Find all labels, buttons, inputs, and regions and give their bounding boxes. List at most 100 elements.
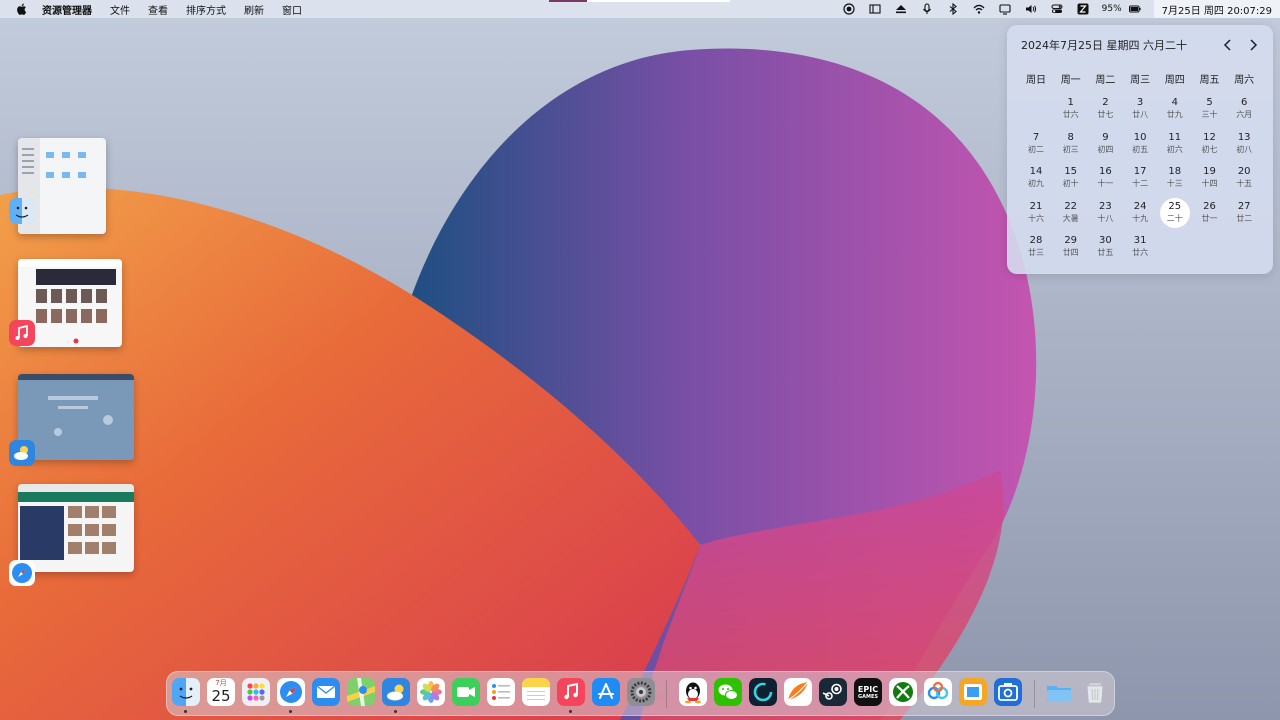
- ring-app-icon[interactable]: [749, 678, 777, 706]
- calendar-lunar-date: 廿八: [1132, 110, 1149, 119]
- sidebar-panel-icon[interactable]: [868, 3, 882, 15]
- safari-icon[interactable]: [277, 678, 305, 706]
- calendar-lunar-date: 廿五: [1097, 248, 1114, 257]
- calendar-day[interactable]: 30 廿五: [1090, 232, 1120, 262]
- window-thumbnail-finder[interactable]: [0, 130, 120, 240]
- microphone-icon[interactable]: [920, 3, 934, 15]
- launchpad-icon[interactable]: [242, 678, 270, 706]
- calendar-day[interactable]: 31 廿六: [1125, 232, 1155, 262]
- menu-bar-clock[interactable]: 7月25日 周四 20:07:29: [1153, 0, 1280, 18]
- calendar-day[interactable]: 12 初七: [1195, 129, 1225, 159]
- calendar-day[interactable]: 19 十四: [1195, 163, 1225, 193]
- calendar-lunar-date: 廿七: [1097, 110, 1114, 119]
- battery-status[interactable]: 95%: [1102, 4, 1122, 14]
- window-thumbnail-weather[interactable]: [0, 370, 140, 470]
- photos-icon[interactable]: [417, 678, 445, 706]
- calendar-day[interactable]: 24 十九: [1125, 198, 1155, 228]
- steam-icon[interactable]: [819, 678, 847, 706]
- calendar-day-number: 27: [1237, 200, 1251, 212]
- calendar-day[interactable]: 13 初八: [1229, 129, 1259, 159]
- battery-icon[interactable]: [1128, 3, 1142, 15]
- maps-icon[interactable]: [347, 678, 375, 706]
- display-icon[interactable]: [998, 3, 1012, 15]
- camera-app-icon[interactable]: [994, 678, 1022, 706]
- weather-icon[interactable]: [382, 678, 410, 706]
- apple-icon[interactable]: [14, 2, 30, 16]
- wechat-icon[interactable]: [714, 678, 742, 706]
- finder-icon[interactable]: [172, 678, 200, 706]
- calendar-day-number: 21: [1029, 200, 1043, 212]
- chevron-right-icon[interactable]: [1246, 37, 1260, 51]
- calendar-day[interactable]: 26 廿一: [1195, 198, 1225, 228]
- record-icon[interactable]: [842, 3, 856, 15]
- calendar-day[interactable]: 22 大暑: [1056, 198, 1086, 228]
- calendar-day[interactable]: 29 廿四: [1056, 232, 1086, 262]
- calendar-day[interactable]: 9 初四: [1090, 129, 1120, 159]
- calendar-day[interactable]: 17 十二: [1125, 163, 1155, 193]
- eject-icon[interactable]: [894, 3, 908, 15]
- window-thumbnail-music[interactable]: [0, 255, 130, 350]
- running-indicator: [289, 710, 292, 713]
- downloads-folder-icon[interactable]: [1045, 678, 1073, 706]
- calendar-day[interactable]: 11 初六: [1160, 129, 1190, 159]
- calendar-icon[interactable]: 7月 25: [207, 678, 235, 706]
- music-icon[interactable]: [557, 678, 585, 706]
- menu-sort[interactable]: 排序方式: [186, 2, 226, 17]
- calendar-day[interactable]: 16 十一: [1090, 163, 1120, 193]
- calendar-day[interactable]: 21 十六: [1021, 198, 1051, 228]
- calendar-day[interactable]: 27 廿二: [1229, 198, 1259, 228]
- calendar-day[interactable]: 2 廿七: [1090, 94, 1120, 124]
- facetime-icon[interactable]: [452, 678, 480, 706]
- calendar-day[interactable]: 15 初十: [1056, 163, 1086, 193]
- app-menu-title[interactable]: 资源管理器: [42, 2, 92, 17]
- mail-icon[interactable]: [312, 678, 340, 706]
- calendar-day[interactable]: 18 十三: [1160, 163, 1190, 193]
- calendar-day-number: 26: [1203, 200, 1216, 212]
- epic-games-icon[interactable]: EPIC GAMES: [854, 678, 882, 706]
- calendar-day-number: 15: [1064, 166, 1078, 177]
- menu-refresh[interactable]: 刷新: [244, 2, 264, 17]
- calendar-day[interactable]: 5 三十: [1195, 94, 1225, 124]
- calendar-day[interactable]: 4 廿九: [1160, 94, 1190, 124]
- window-thumbnail-safari[interactable]: [0, 478, 140, 588]
- calendar-weekday: 周二: [1095, 75, 1116, 86]
- menu-window[interactable]: 窗口: [282, 2, 302, 17]
- calendar-day[interactable]: 20 十五: [1229, 163, 1259, 193]
- chevron-left-icon[interactable]: [1221, 37, 1235, 51]
- calendar-lunar-date: 廿三: [1028, 248, 1044, 257]
- calendar-day[interactable]: 14 初九: [1021, 163, 1051, 193]
- orange-app-icon[interactable]: [784, 678, 812, 706]
- calendar-lunar-date: 初八: [1236, 144, 1253, 154]
- qq-icon[interactable]: [679, 678, 707, 706]
- running-indicator: [569, 710, 572, 713]
- menu-file[interactable]: 文件: [110, 2, 130, 17]
- calendar-day[interactable]: 1 廿六: [1056, 94, 1086, 124]
- xbox-icon[interactable]: [889, 678, 917, 706]
- settings-icon[interactable]: [627, 678, 655, 706]
- trash-icon[interactable]: [1081, 678, 1109, 706]
- notes-icon[interactable]: [522, 678, 550, 706]
- calendar-day[interactable]: 3 廿八: [1125, 94, 1155, 124]
- menu-view[interactable]: 查看: [148, 2, 168, 17]
- calendar-day[interactable]: 6 六月: [1229, 94, 1259, 124]
- calendar-lunar-date: 十三: [1166, 179, 1183, 188]
- baidu-netdisk-icon[interactable]: [924, 678, 952, 706]
- calendar-lunar-date: 十二: [1132, 179, 1149, 188]
- bluetooth-icon[interactable]: [946, 3, 960, 15]
- calendar-day-number: 3: [1136, 97, 1144, 108]
- app-store-icon[interactable]: [592, 678, 620, 706]
- volume-icon[interactable]: [1024, 3, 1038, 15]
- calendar-icon-day: 25: [211, 687, 231, 705]
- input-method-icon[interactable]: [1076, 3, 1090, 15]
- calendar-day[interactable]: 7 初二: [1021, 129, 1051, 159]
- reminders-icon[interactable]: [487, 678, 515, 706]
- calendar-day[interactable]: 10 初五: [1125, 129, 1155, 159]
- calendar-day[interactable]: 25 二十: [1159, 197, 1190, 228]
- control-center-icon[interactable]: [1050, 3, 1064, 15]
- wifi-icon[interactable]: [972, 3, 986, 15]
- calendar-day[interactable]: 28 廿三: [1021, 232, 1051, 262]
- window-app-icon[interactable]: [959, 678, 987, 706]
- calendar-day[interactable]: 8 初三: [1056, 129, 1086, 159]
- calendar-day[interactable]: 23 十八: [1090, 198, 1120, 228]
- calendar-day-number: 28: [1029, 235, 1043, 246]
